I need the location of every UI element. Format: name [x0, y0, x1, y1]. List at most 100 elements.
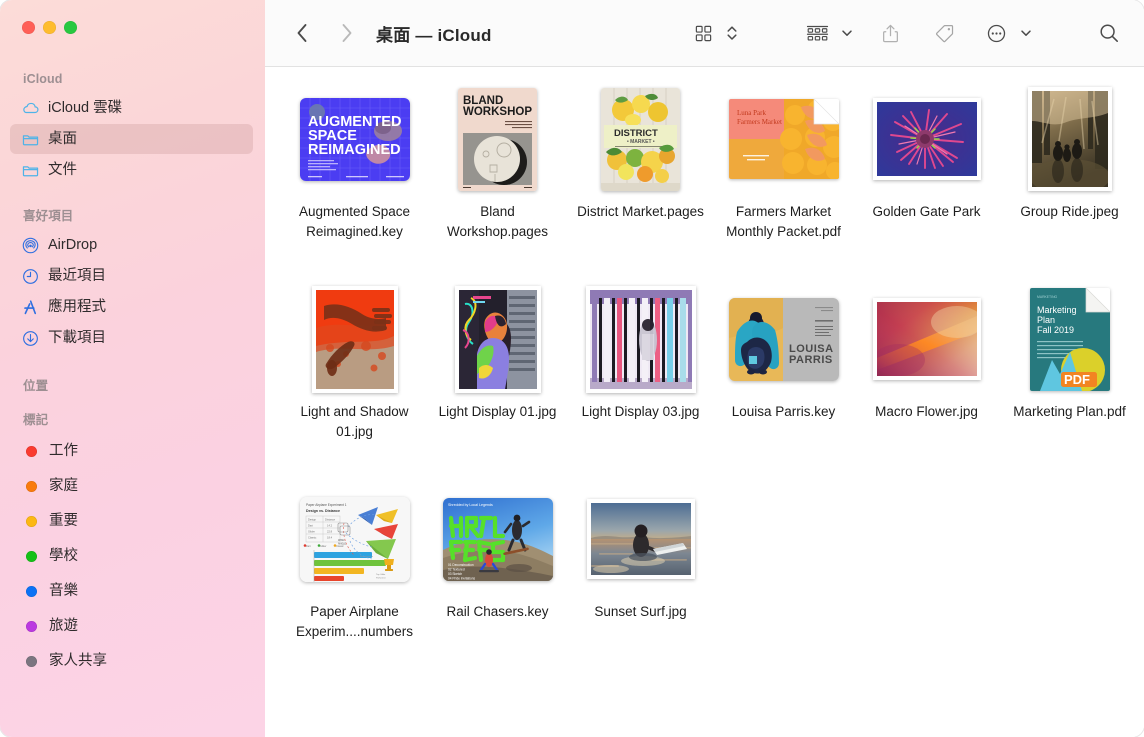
svg-text:Dart: Dart — [308, 523, 313, 527]
svg-text:Glider: Glider — [320, 545, 327, 548]
file-item[interactable]: Light and Shadow 01.jpg — [283, 285, 426, 485]
file-item[interactable]: Shredded by Local Legends — [426, 485, 569, 685]
file-name-label: Marketing Plan.pdf — [1000, 402, 1139, 422]
file-thumbnail: BLAND WORKSHOP — [432, 85, 564, 193]
file-item[interactable]: BLAND WORKSHOP — [426, 85, 569, 285]
file-item[interactable]: Luna Park Farmers Market — [712, 85, 855, 285]
file-item[interactable]: DISTRICT • MARKET • — [569, 85, 712, 285]
folder-icon — [21, 130, 40, 149]
download-icon — [21, 329, 40, 348]
file-thumbnail — [432, 285, 564, 393]
svg-text:22.8: 22.8 — [327, 529, 333, 533]
sidebar-item-label: iCloud 雲碟 — [48, 99, 122, 118]
sidebar-item-desktop[interactable]: 桌面 — [10, 124, 253, 154]
file-name-label: Bland Workshop.pages — [428, 202, 567, 242]
sidebar-section-icloud-header: iCloud — [0, 54, 265, 93]
sidebar-item-label: 最近項目 — [48, 267, 106, 286]
file-name-label: Group Ride.jpeg — [1000, 202, 1139, 222]
main-pane: 桌面 — iCloud — [265, 0, 1144, 737]
sidebar-tag-label: 工作 — [49, 442, 78, 461]
svg-text:04 Pride Invitations: 04 Pride Invitations — [448, 576, 476, 580]
svg-text:01 Deconstruction: 01 Deconstruction — [448, 563, 474, 567]
sidebar-tag-home[interactable]: 家庭 — [10, 469, 253, 503]
forward-button[interactable] — [331, 18, 361, 48]
svg-text:ANGLE: ANGLE — [338, 542, 347, 545]
search-button[interactable] — [1092, 18, 1126, 48]
svg-text:Marketing: Marketing — [1037, 305, 1077, 315]
file-thumbnail — [1004, 85, 1136, 193]
svg-text:Farmers Market: Farmers Market — [737, 118, 782, 126]
sidebar-item-documents[interactable]: 文件 — [10, 155, 253, 185]
chevron-down-icon[interactable] — [1018, 27, 1034, 39]
sidebar-item-label: AirDrop — [48, 236, 97, 255]
zoom-button[interactable] — [64, 21, 77, 34]
file-name-label: Light Display 01.jpg — [428, 402, 567, 422]
svg-text:PARRIS: PARRIS — [789, 354, 833, 366]
sidebar-section-locations-header: 位置 — [0, 354, 265, 400]
sidebar-item-icloud-drive[interactable]: iCloud 雲碟 — [10, 93, 253, 123]
cloud-icon — [21, 99, 40, 118]
sidebar-item-label: 文件 — [48, 161, 77, 180]
sidebar-item-applications[interactable]: 應用程式 — [10, 292, 253, 322]
sidebar-tag-travel[interactable]: 旅遊 — [10, 609, 253, 643]
sidebar-tag-label: 旅遊 — [49, 617, 78, 636]
tag-color-dot — [26, 551, 37, 562]
back-button[interactable] — [287, 18, 317, 48]
icon-view-button[interactable] — [686, 18, 720, 48]
file-item[interactable]: LOUISA PARRIS — [712, 285, 855, 485]
svg-text:Design vs. Distance: Design vs. Distance — [306, 509, 340, 513]
sidebar-item-recents[interactable]: 最近項目 — [10, 261, 253, 291]
file-item[interactable]: Macro Flower.jpg — [855, 285, 998, 485]
finder-window: iCloud iCloud 雲碟 桌面 — [0, 0, 1144, 737]
file-item[interactable]: Golden Gate Park — [855, 85, 998, 285]
share-button[interactable] — [873, 18, 907, 48]
file-thumbnail: Shredded by Local Legends — [432, 485, 564, 593]
folder-icon — [21, 161, 40, 180]
applications-icon — [21, 298, 40, 317]
svg-text:WORKSHOP: WORKSHOP — [463, 106, 532, 118]
sidebar-tag-school[interactable]: 學校 — [10, 539, 253, 573]
file-thumbnail — [575, 485, 707, 593]
sidebar-tag-label: 音樂 — [49, 582, 78, 601]
file-item[interactable]: AUGMENTED SPACE REIMAGINED — [283, 85, 426, 285]
close-button[interactable] — [22, 21, 35, 34]
group-by-button[interactable] — [800, 18, 834, 48]
sidebar-tag-label: 重要 — [49, 512, 78, 531]
sidebar-tag-family-sharing[interactable]: 家人共享 — [10, 644, 253, 678]
sidebar-tag-important[interactable]: 重要 — [10, 504, 253, 538]
file-item[interactable]: Group Ride.jpeg — [998, 85, 1141, 285]
file-thumbnail: DISTRICT • MARKET • — [575, 85, 707, 193]
tag-color-dot — [26, 586, 37, 597]
view-stepper[interactable] — [724, 23, 740, 43]
file-thumbnail — [861, 85, 993, 193]
svg-text:DISTRICT: DISTRICT — [614, 128, 658, 139]
sidebar-tag-work[interactable]: 工作 — [10, 434, 253, 468]
file-name-label: Rail Chasers.key — [428, 602, 567, 622]
file-list-area[interactable]: AUGMENTED SPACE REIMAGINED — [265, 67, 1144, 737]
svg-text:Fall 2019: Fall 2019 — [1037, 325, 1074, 335]
svg-text:18.4: 18.4 — [327, 535, 333, 539]
file-item[interactable]: Paper Airplane Experiment 1 Design vs. D… — [283, 485, 426, 685]
sidebar-tag-music[interactable]: 音樂 — [10, 574, 253, 608]
svg-text:Performer: Performer — [376, 576, 386, 579]
minimize-button[interactable] — [43, 21, 56, 34]
sidebar-tag-label: 學校 — [49, 547, 78, 566]
svg-text:PDF: PDF — [1064, 372, 1090, 387]
sidebar-item-airdrop[interactable]: AirDrop — [10, 230, 253, 260]
svg-text:Distance: Distance — [325, 517, 336, 521]
tag-button[interactable] — [927, 18, 961, 48]
chevron-down-icon[interactable] — [839, 27, 855, 39]
tag-color-dot — [26, 481, 37, 492]
svg-text:Top Glide: Top Glide — [376, 574, 386, 576]
file-item[interactable]: MARKETING Marketing Plan Fall 2019 — [998, 285, 1141, 485]
svg-text:Shredded by Local Legends: Shredded by Local Legends — [448, 503, 493, 507]
more-button[interactable] — [979, 18, 1013, 48]
airdrop-icon — [21, 236, 40, 255]
file-item[interactable]: Light Display 01.jpg — [426, 285, 569, 485]
sidebar-item-downloads[interactable]: 下載項目 — [10, 323, 253, 353]
file-item[interactable]: Light Display 03.jpg — [569, 285, 712, 485]
svg-text:MARKETING: MARKETING — [1037, 295, 1058, 299]
file-grid: AUGMENTED SPACE REIMAGINED — [273, 85, 1136, 685]
traffic-lights — [0, 0, 265, 54]
file-item[interactable]: Sunset Surf.jpg — [569, 485, 712, 685]
